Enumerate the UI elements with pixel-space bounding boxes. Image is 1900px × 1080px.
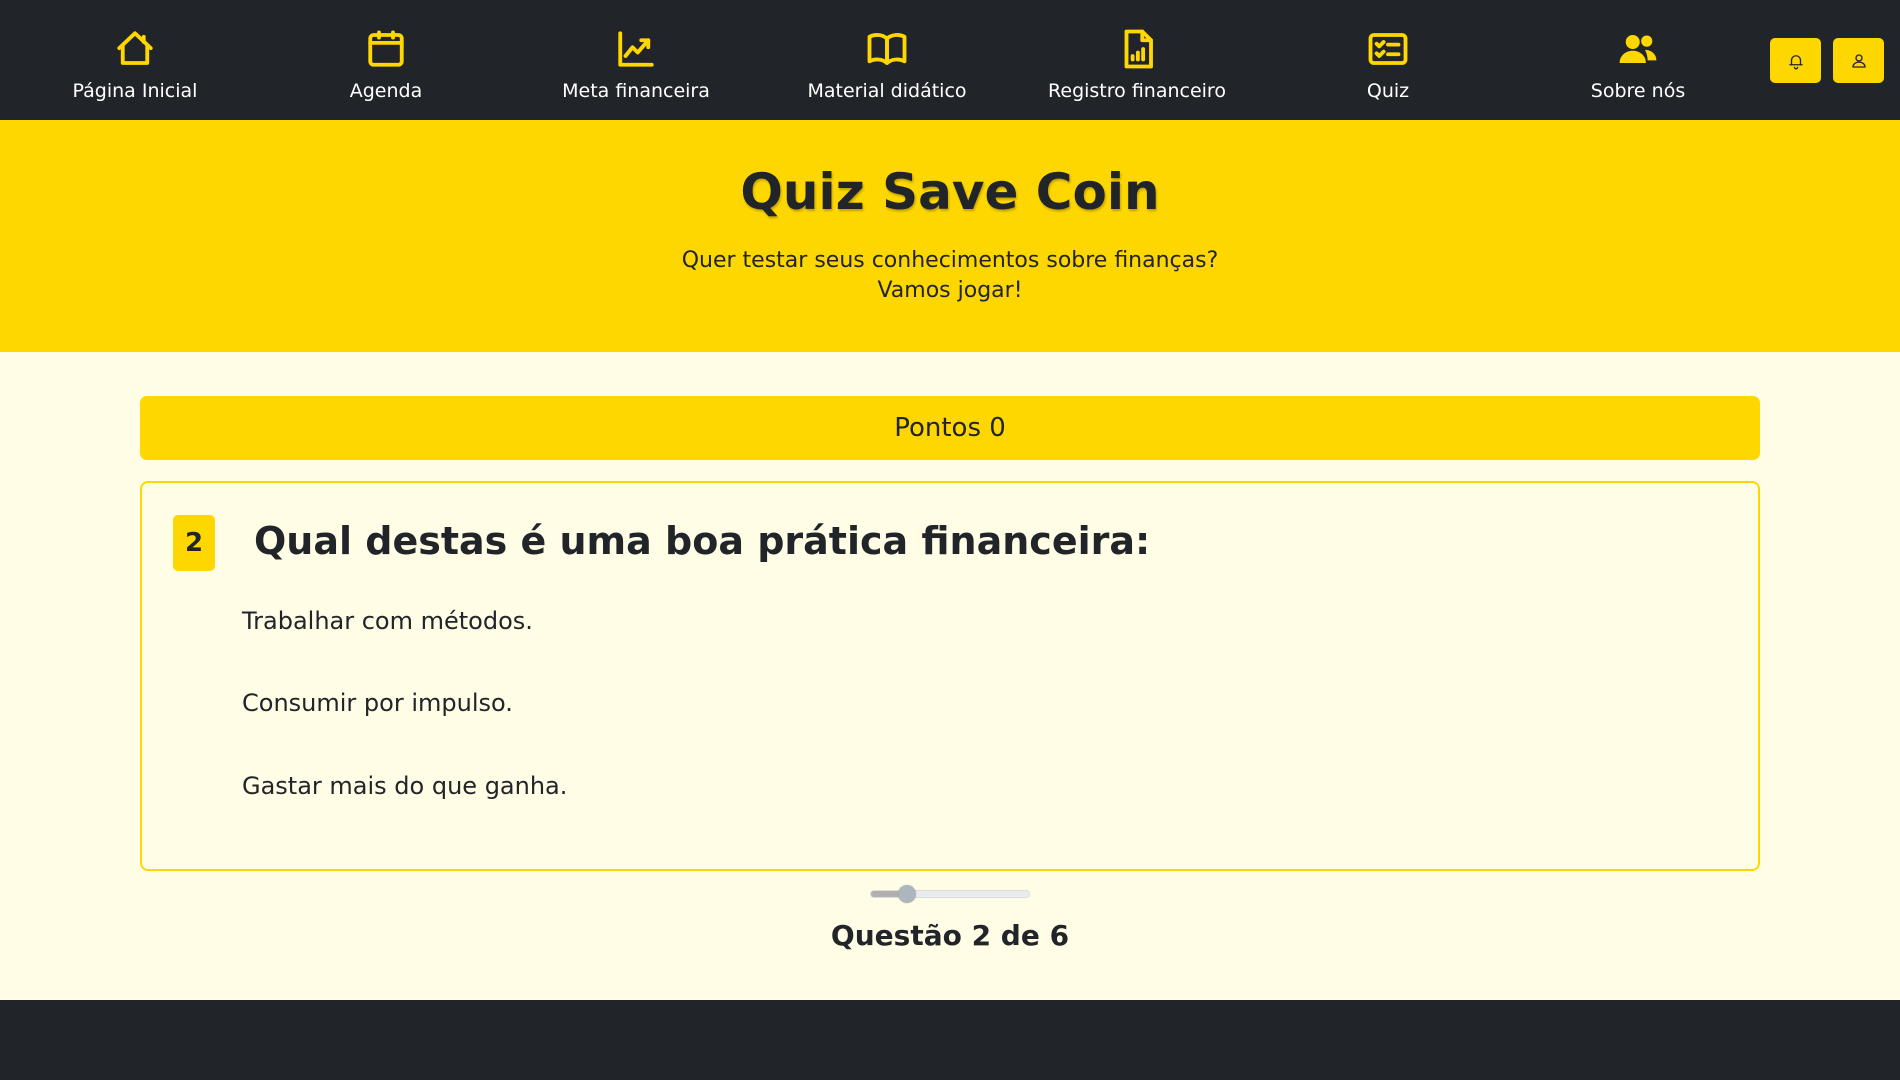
nav-item-agenda[interactable]: Agenda [261, 0, 511, 120]
nav-item-label: Material didático [807, 80, 967, 102]
question-text: Qual destas é uma boa prática financeira… [254, 519, 1151, 563]
top-navbar: Página Inicial Agenda Meta financeira Ma… [0, 0, 1900, 120]
page-title: Quiz Save Coin [740, 163, 1160, 221]
nav-item-registro-financeiro[interactable]: Registro financeiro [1012, 0, 1262, 120]
nav-item-sobre-nos[interactable]: Sobre nós [1513, 0, 1763, 120]
answer-option[interactable]: Gastar mais do que ganha. [242, 768, 1042, 804]
user-profile-button[interactable] [1833, 38, 1884, 83]
hero-subtitle-line2: Vamos jogar! [877, 278, 1023, 303]
hero-subtitle: Quer testar seus conhecimentos sobre fin… [0, 246, 1900, 306]
nav-item-label: Meta financeira [562, 80, 710, 102]
nav-item-meta-financeira[interactable]: Meta financeira [511, 0, 761, 120]
calendar-icon [365, 28, 407, 74]
nav-item-label: Página Inicial [72, 80, 198, 102]
notifications-button[interactable] [1770, 38, 1821, 83]
person-icon [1851, 53, 1866, 68]
hero-banner: Quiz Save Coin Quer testar seus conhecim… [0, 120, 1900, 352]
nav-item-home[interactable]: Página Inicial [10, 0, 260, 120]
answer-option[interactable]: Consumir por impulso. [242, 685, 1042, 721]
question-progress-bar [870, 885, 1030, 903]
document-chart-icon [1116, 28, 1158, 74]
footer [0, 1000, 1900, 1080]
question-card: 2 Qual destas é uma boa prática financei… [140, 481, 1760, 871]
nav-item-material-didatico[interactable]: Material didático [762, 0, 1012, 120]
nav-item-label: Sobre nós [1590, 80, 1686, 102]
nav-item-label: Registro financeiro [1048, 80, 1226, 102]
house-icon [114, 28, 156, 74]
question-number-badge: 2 [173, 515, 215, 571]
chart-line-icon [615, 28, 657, 74]
people-icon [1617, 28, 1659, 74]
hero-subtitle-line1: Quer testar seus conhecimentos sobre fin… [681, 248, 1219, 273]
answer-option[interactable]: Trabalhar com métodos. [242, 603, 1042, 639]
nav-item-label: Quiz [1366, 80, 1410, 102]
question-counter: Questão 2 de 6 [830, 919, 1070, 952]
checklist-icon [1367, 28, 1409, 74]
nav-item-label: Agenda [349, 80, 423, 102]
progress-thumb [898, 885, 917, 903]
bell-icon [1788, 54, 1803, 69]
book-icon [866, 28, 908, 74]
nav-item-quiz[interactable]: Quiz [1263, 0, 1513, 120]
score-bar: Pontos 0 [140, 396, 1760, 460]
